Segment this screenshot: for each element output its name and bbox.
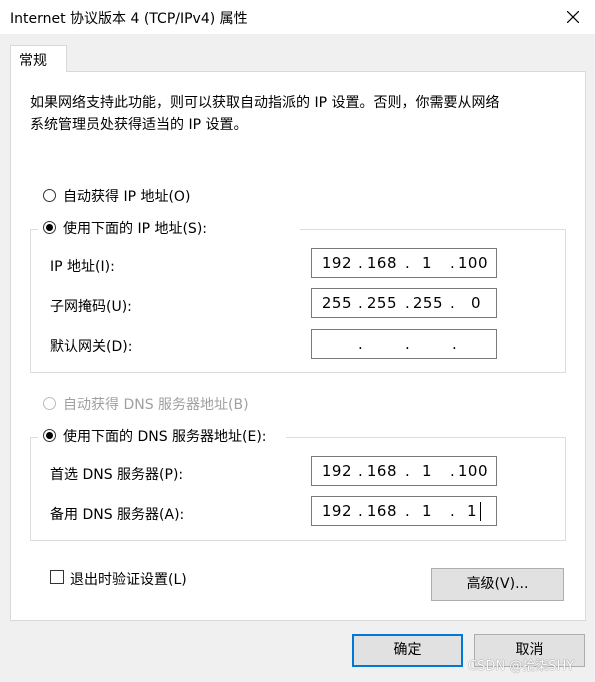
- ok-button[interactable]: 确定: [352, 634, 463, 667]
- title-bar: Internet 协议版本 4 (TCP/IPv4) 属性: [0, 0, 595, 34]
- validate-on-exit-label[interactable]: 退出时验证设置(L): [70, 569, 187, 589]
- radio-manual-ip[interactable]: [43, 221, 56, 234]
- adns-octet-3: 1: [421, 502, 432, 520]
- ip-octet-1: 192: [321, 254, 352, 272]
- adns-octet-2: 168: [366, 502, 397, 520]
- pdns-octet-1: 192: [321, 462, 352, 480]
- adns-octet-1: 192: [321, 502, 352, 520]
- radio-auto-ip-label[interactable]: 自动获得 IP 地址(O): [63, 186, 190, 206]
- subnet-mask-input[interactable]: 255 . 255 . 255 . 0: [311, 288, 497, 318]
- mask-octet-2: 255: [366, 294, 397, 312]
- radio-auto-dns-label[interactable]: 自动获得 DNS 服务器地址(B): [63, 394, 249, 414]
- window-title: Internet 协议版本 4 (TCP/IPv4) 属性: [10, 11, 248, 27]
- default-gateway-input[interactable]: . . .: [311, 329, 497, 359]
- validate-on-exit-checkbox[interactable]: [50, 570, 64, 584]
- watermark: CSDN @拾柒SHY: [468, 659, 575, 674]
- radio-manual-ip-label[interactable]: 使用下面的 IP 地址(S):: [63, 218, 207, 238]
- preferred-dns-input[interactable]: 192 . 168 . 1 . 100: [311, 456, 497, 486]
- alternate-dns-input[interactable]: 192 . 168 . 1 . 1: [311, 496, 497, 526]
- radio-auto-dns[interactable]: [43, 397, 56, 410]
- radio-manual-dns[interactable]: [43, 429, 56, 442]
- pdns-octet-2: 168: [366, 462, 397, 480]
- ip-octet-3: 1: [421, 254, 432, 272]
- pdns-octet-3: 1: [421, 462, 432, 480]
- close-icon: [567, 11, 579, 23]
- advanced-button[interactable]: 高级(V)...: [431, 568, 564, 601]
- ip-octet-4: 100: [457, 254, 488, 272]
- radio-auto-ip[interactable]: [43, 189, 56, 202]
- ip-octet-2: 168: [366, 254, 397, 272]
- description-text: 如果网络支持此功能，则可以获取自动指派的 IP 设置。否则，你需要从网络 系统管…: [30, 92, 570, 136]
- ip-address-input[interactable]: 192 . 168 . 1 . 100: [311, 248, 497, 278]
- description-line-1: 如果网络支持此功能，则可以获取自动指派的 IP 设置。否则，你需要从网络: [30, 95, 500, 111]
- tab-general-label: 常规: [19, 53, 47, 69]
- mask-octet-4: 0: [470, 294, 481, 312]
- subnet-mask-label: 子网掩码(U):: [50, 299, 132, 315]
- tab-general[interactable]: 常规: [10, 45, 67, 72]
- adns-octet-4: 1: [466, 502, 477, 520]
- mask-octet-1: 255: [321, 294, 352, 312]
- pdns-octet-4: 100: [457, 462, 488, 480]
- alternate-dns-label: 备用 DNS 服务器(A):: [50, 507, 185, 523]
- radio-manual-dns-label[interactable]: 使用下面的 DNS 服务器地址(E):: [63, 426, 267, 446]
- default-gateway-label: 默认网关(D):: [50, 339, 133, 355]
- ip-address-label: IP 地址(I):: [50, 259, 115, 275]
- mask-octet-3: 255: [412, 294, 443, 312]
- close-button[interactable]: [556, 1, 590, 33]
- ok-button-label: 确定: [393, 642, 422, 658]
- text-caret: [480, 502, 481, 521]
- description-line-2: 系统管理员处获得适当的 IP 设置。: [30, 117, 248, 133]
- advanced-button-label: 高级(V)...: [466, 576, 529, 592]
- preferred-dns-label: 首选 DNS 服务器(P):: [50, 467, 184, 483]
